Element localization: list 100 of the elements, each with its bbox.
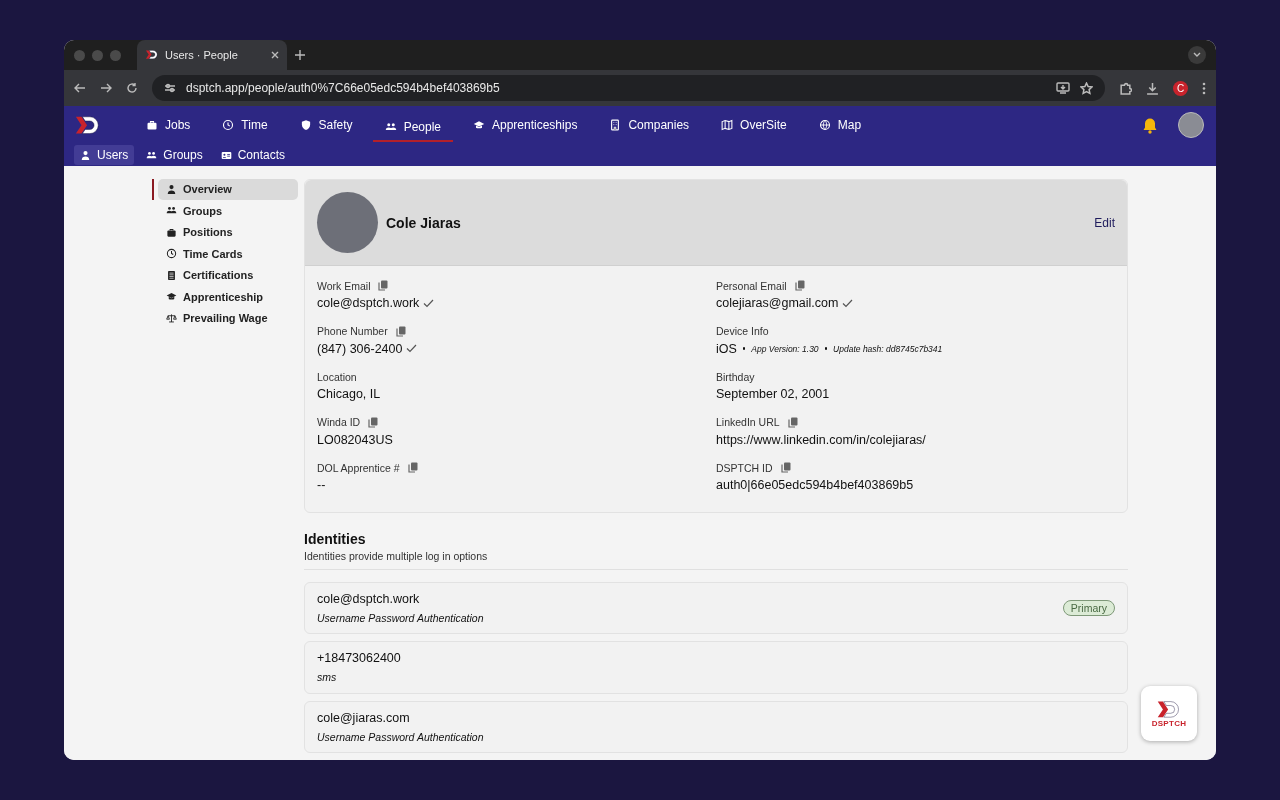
install-app-icon[interactable]: [1056, 82, 1070, 94]
nav-tab[interactable]: Map: [806, 106, 874, 144]
nav-tab[interactable]: Companies: [597, 106, 702, 144]
nav-tab[interactable]: Time: [210, 106, 280, 144]
extensions-icon[interactable]: [1119, 81, 1132, 95]
person-icon: [166, 183, 177, 195]
close-icon[interactable]: [271, 51, 279, 59]
graduation-cap-icon: [473, 119, 485, 131]
shield-icon: [299, 119, 312, 131]
back-icon[interactable]: [74, 82, 86, 94]
field-label: Location: [317, 370, 357, 383]
star-icon[interactable]: [1080, 81, 1093, 95]
new-tab-icon[interactable]: [295, 50, 305, 60]
reload-icon[interactable]: [126, 82, 138, 94]
update-hash: Update hash: dd8745c7b341: [833, 343, 943, 354]
photo-placeholder: [317, 192, 378, 253]
graduation-cap-icon: [166, 291, 177, 303]
browser-tab[interactable]: Users · People: [137, 40, 287, 70]
tab-search-button[interactable]: [1188, 46, 1206, 64]
minimize-window-dot[interactable]: [92, 49, 103, 61]
sub-tab[interactable]: Contacts: [214, 145, 292, 165]
address-bar[interactable]: dsptch.app/people/auth0%7C66e05edc594b4bef403869b5: [152, 75, 1105, 101]
people-icon: [384, 121, 397, 133]
copy-icon[interactable]: [794, 280, 805, 291]
floating-logo-button[interactable]: DSPTCH: [1141, 686, 1197, 741]
logo-icon: [145, 49, 159, 61]
logo-icon: [74, 113, 102, 137]
sidebar-item[interactable]: Certifications: [158, 265, 298, 286]
maximize-window-dot[interactable]: [110, 49, 121, 61]
logo-icon: [1156, 698, 1182, 720]
nav-tab[interactable]: People: [372, 114, 453, 142]
nav-tab[interactable]: Apprenticeships: [461, 106, 590, 144]
nav-tab[interactable]: Safety: [287, 106, 365, 144]
copy-icon[interactable]: [787, 416, 798, 428]
profile-avatar[interactable]: C: [1173, 80, 1188, 96]
building-icon: [609, 119, 622, 131]
identity-value: cole@dsptch.work: [317, 591, 421, 606]
copy-icon[interactable]: [368, 416, 379, 428]
field-label: Winda ID: [317, 416, 361, 428]
sidebar-item[interactable]: Apprenticeship: [158, 286, 298, 307]
field-value: September 02, 2001: [716, 387, 830, 401]
app-version: App Version: 1.30: [751, 343, 819, 354]
field-label: Device Info: [716, 325, 769, 337]
chevron-down-icon: [1193, 52, 1201, 58]
list-icon: [166, 269, 177, 281]
nav-tab[interactable]: Jobs: [134, 106, 203, 144]
briefcase-icon: [166, 226, 177, 238]
sidebar-item[interactable]: Positions: [158, 222, 298, 243]
id-card-icon: [220, 149, 232, 161]
identity-method: Username Password Authentication: [317, 730, 485, 743]
sidebar-item[interactable]: Time Cards: [158, 243, 298, 264]
clock-icon: [222, 119, 235, 131]
field-value: LO082043US: [317, 432, 393, 447]
copy-icon[interactable]: [407, 462, 418, 473]
copy-icon[interactable]: [395, 325, 406, 337]
forward-icon[interactable]: [100, 82, 112, 94]
close-window-dot[interactable]: [74, 49, 85, 61]
field-label: DOL Apprentice #: [317, 461, 400, 474]
field-label: Work Email: [317, 279, 371, 292]
site-settings-icon[interactable]: [164, 82, 176, 94]
download-icon[interactable]: [1146, 81, 1159, 95]
sub-tab[interactable]: Users: [74, 145, 135, 165]
field-label: Birthday: [716, 370, 755, 383]
field-value: colejiaras@gmail.com: [716, 296, 839, 310]
edit-link[interactable]: Edit: [1094, 215, 1115, 230]
field-value: cole@dsptch.work: [317, 296, 420, 310]
user-name: Cole Jiaras: [386, 214, 462, 231]
device-os: iOS: [716, 341, 737, 356]
sidebar-item[interactable]: Prevailing Wage: [158, 308, 298, 329]
field-value: Chicago, IL: [317, 387, 381, 401]
sidebar-item[interactable]: Groups: [158, 200, 298, 221]
identity-method: Username Password Authentication: [317, 611, 485, 624]
copy-icon[interactable]: [780, 462, 791, 473]
user-avatar[interactable]: [1178, 112, 1204, 138]
person-icon: [80, 149, 91, 161]
primary-badge: Primary: [1062, 599, 1115, 616]
scale-icon: [166, 312, 177, 324]
identity-value: cole@jiaras.com: [317, 710, 411, 725]
briefcase-icon: [146, 119, 158, 131]
bell-icon[interactable]: [1142, 116, 1158, 134]
section-subtitle: Identities provide multiple log in options: [304, 549, 1128, 570]
field-label: Personal Email: [716, 279, 787, 292]
field-value: https://www.linkedin.com/in/colejiaras/: [716, 432, 926, 447]
menu-icon[interactable]: [1202, 81, 1206, 95]
field-label: DSPTCH ID: [716, 461, 773, 474]
field-label: Phone Number: [317, 325, 388, 337]
section-title: Identities: [304, 530, 367, 547]
sub-tab[interactable]: Groups: [140, 145, 209, 165]
clock-icon: [166, 248, 177, 260]
nav-tab[interactable]: OverSite: [709, 106, 799, 144]
field-value: --: [317, 478, 326, 492]
people-icon: [146, 149, 158, 161]
identity-method: sms: [317, 671, 338, 684]
field-value: (847) 306-2400: [317, 341, 403, 356]
map-icon: [721, 119, 734, 131]
globe-icon: [818, 119, 831, 131]
field-label: LinkedIn URL: [716, 416, 780, 428]
copy-icon[interactable]: [378, 280, 389, 291]
identity-value: +18473062400: [317, 651, 402, 666]
field-value: auth0|66e05edc594b4bef403869b5: [716, 478, 914, 492]
